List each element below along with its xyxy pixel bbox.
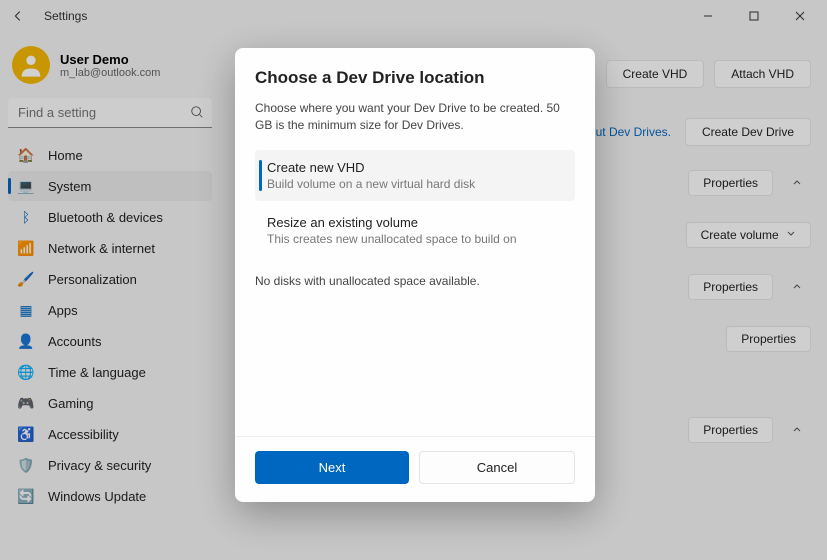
option-create-new-vhd[interactable]: Create new VHD Build volume on a new vir… xyxy=(255,150,575,201)
option-resize-volume[interactable]: Resize an existing volume This creates n… xyxy=(255,205,575,256)
modal-title: Choose a Dev Drive location xyxy=(255,68,575,88)
cancel-button[interactable]: Cancel xyxy=(419,451,575,484)
modal-description: Choose where you want your Dev Drive to … xyxy=(255,100,575,134)
dev-drive-modal: Choose a Dev Drive location Choose where… xyxy=(235,48,595,502)
modal-note: No disks with unallocated space availabl… xyxy=(255,274,575,288)
next-button[interactable]: Next xyxy=(255,451,409,484)
